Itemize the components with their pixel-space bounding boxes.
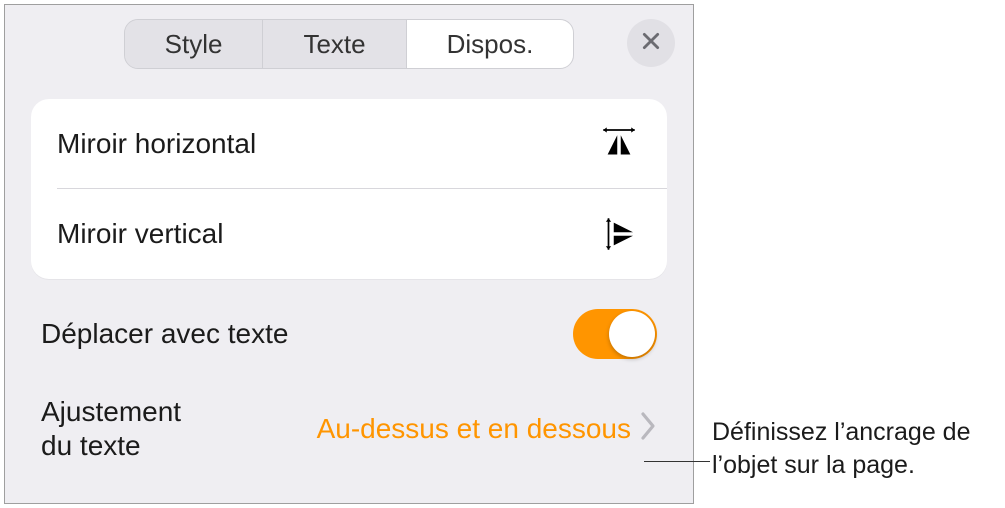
close-button[interactable] — [627, 19, 675, 67]
callout-text: Définissez l’ancrage de l’objet sur la p… — [712, 416, 1002, 481]
tab-style[interactable]: Style — [125, 20, 264, 68]
segmented-control: Style Texte Dispos. — [124, 19, 575, 69]
tab-dispos[interactable]: Dispos. — [407, 20, 574, 68]
mirror-horizontal-icon — [597, 123, 641, 165]
mirror-vertical-label: Miroir vertical — [57, 218, 223, 250]
move-with-text-toggle[interactable] — [573, 309, 657, 359]
move-with-text-label: Déplacer avec texte — [41, 318, 288, 350]
text-wrap-value: Au-dessus et en dessous — [231, 413, 639, 445]
tab-text[interactable]: Texte — [263, 20, 406, 68]
chevron-right-icon — [639, 411, 657, 446]
format-panel: Style Texte Dispos. Miroir horizontal — [4, 4, 694, 504]
toggle-knob — [609, 311, 655, 357]
callout-leader-line — [644, 461, 710, 462]
text-wrap-label: Ajustement du texte — [41, 395, 231, 462]
text-wrap-row[interactable]: Ajustement du texte Au-dessus et en dess… — [5, 365, 693, 462]
mirror-card: Miroir horizontal Miroir vertical — [31, 99, 667, 279]
mirror-horizontal-row[interactable]: Miroir horizontal — [31, 99, 667, 189]
mirror-vertical-icon — [597, 213, 641, 255]
mirror-horizontal-label: Miroir horizontal — [57, 128, 256, 160]
panel-header: Style Texte Dispos. — [5, 5, 693, 79]
close-icon — [641, 31, 661, 56]
mirror-vertical-row[interactable]: Miroir vertical — [31, 189, 667, 279]
move-with-text-row: Déplacer avec texte — [5, 279, 693, 365]
